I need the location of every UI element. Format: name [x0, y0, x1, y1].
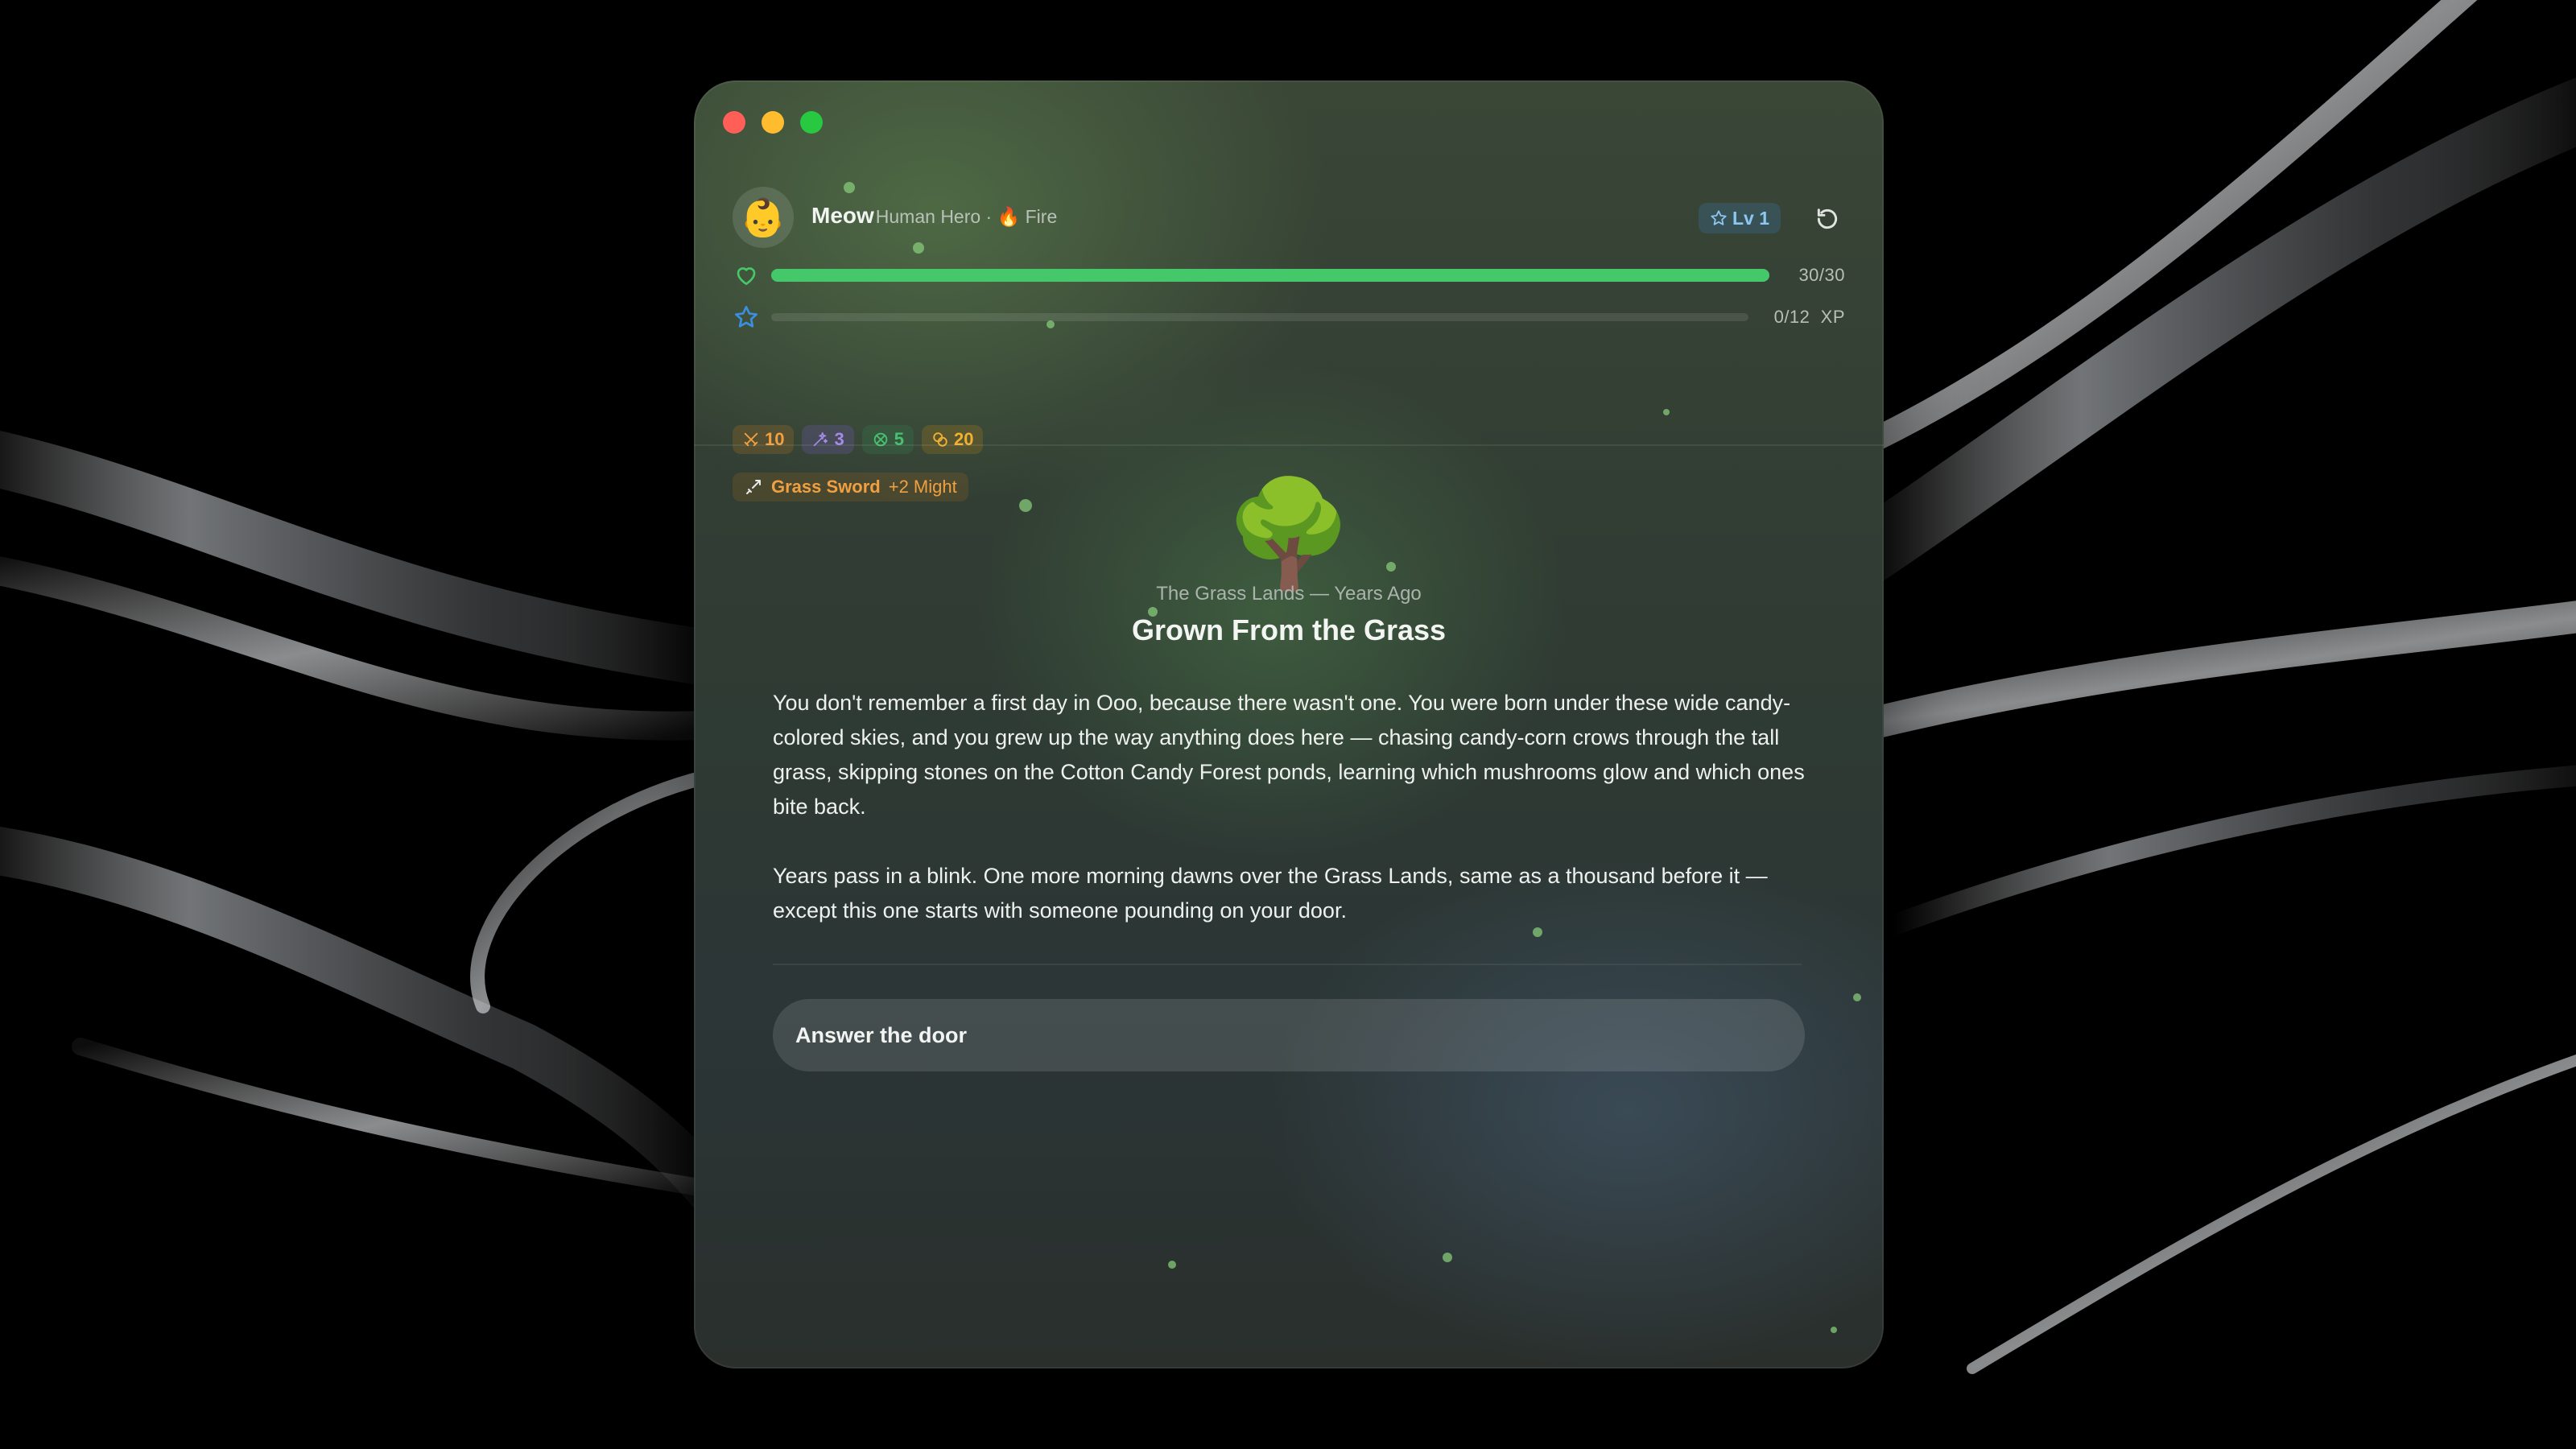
- might-stat: 10: [733, 425, 795, 454]
- hero-name: Meow: [811, 203, 874, 228]
- hero-identity: Meow Human Hero · 🔥 Fire: [811, 203, 1057, 229]
- sparkle-particle: [1853, 993, 1861, 1001]
- close-window-button[interactable]: [723, 111, 745, 134]
- gold-stat: 20: [921, 425, 984, 454]
- story-paragraph-1: You don't remember a first day in Ooo, b…: [773, 691, 1805, 819]
- xp-bar: [771, 313, 1748, 321]
- health-bar: [771, 269, 1769, 282]
- scene-title: Grown From the Grass: [1131, 613, 1447, 646]
- might-value: 10: [765, 429, 785, 449]
- magic-stat: 3: [802, 425, 854, 454]
- xp-row: 0/12 XP: [733, 303, 1845, 332]
- story-paragraph-2: Years pass in a blink. One more morning …: [773, 864, 1768, 923]
- sparkle-particle: [1831, 1327, 1837, 1333]
- restart-icon: [1817, 208, 1838, 229]
- header-divider: [694, 444, 1884, 446]
- hero-header: 👶 Meow Human Hero · 🔥 Fire Lv 1: [733, 187, 1845, 251]
- sparkle-particle: [1168, 1261, 1176, 1269]
- scene-caption: The Grass Lands — Years Ago: [1156, 583, 1422, 605]
- stat-chips: 10 3 5 20: [733, 425, 984, 454]
- sparkle-particle: [1533, 927, 1542, 937]
- xp-value: 0/12 XP: [1774, 307, 1845, 328]
- defense-stat: 5: [861, 425, 914, 454]
- restart-button[interactable]: [1810, 201, 1845, 237]
- gold-value: 20: [953, 429, 974, 449]
- level-badge: Lv 1: [1698, 203, 1781, 233]
- star-icon: [1711, 210, 1727, 225]
- magic-value: 3: [834, 429, 844, 449]
- choice-answer-door-button[interactable]: Answer the door: [773, 999, 1805, 1071]
- avatar: 👶: [733, 187, 794, 248]
- health-value: 30/30: [1798, 265, 1845, 285]
- tree-icon: 🌳: [1224, 475, 1354, 592]
- xp-unit: XP: [1820, 307, 1845, 327]
- baby-emoji-icon: 👶: [740, 196, 786, 238]
- sparkle-particle: [1663, 409, 1670, 415]
- defense-value: 5: [894, 429, 904, 449]
- zoom-window-button[interactable]: [800, 111, 823, 134]
- level-label: Lv 1: [1732, 207, 1769, 229]
- xp-value-text: 0/12: [1773, 307, 1810, 327]
- story-divider: [773, 964, 1802, 965]
- hero-class-element: Human Hero · 🔥 Fire: [875, 206, 1058, 227]
- xp-star-icon: [733, 303, 760, 331]
- minimize-window-button[interactable]: [762, 111, 784, 134]
- window-controls: [723, 111, 823, 134]
- heart-icon: [733, 262, 760, 289]
- health-row: 30/30: [733, 261, 1845, 290]
- sparkle-particle: [1443, 1253, 1452, 1262]
- game-window: 👶 Meow Human Hero · 🔥 Fire Lv 1 30/30 0/: [694, 80, 1884, 1368]
- health-bar-fill: [771, 269, 1769, 282]
